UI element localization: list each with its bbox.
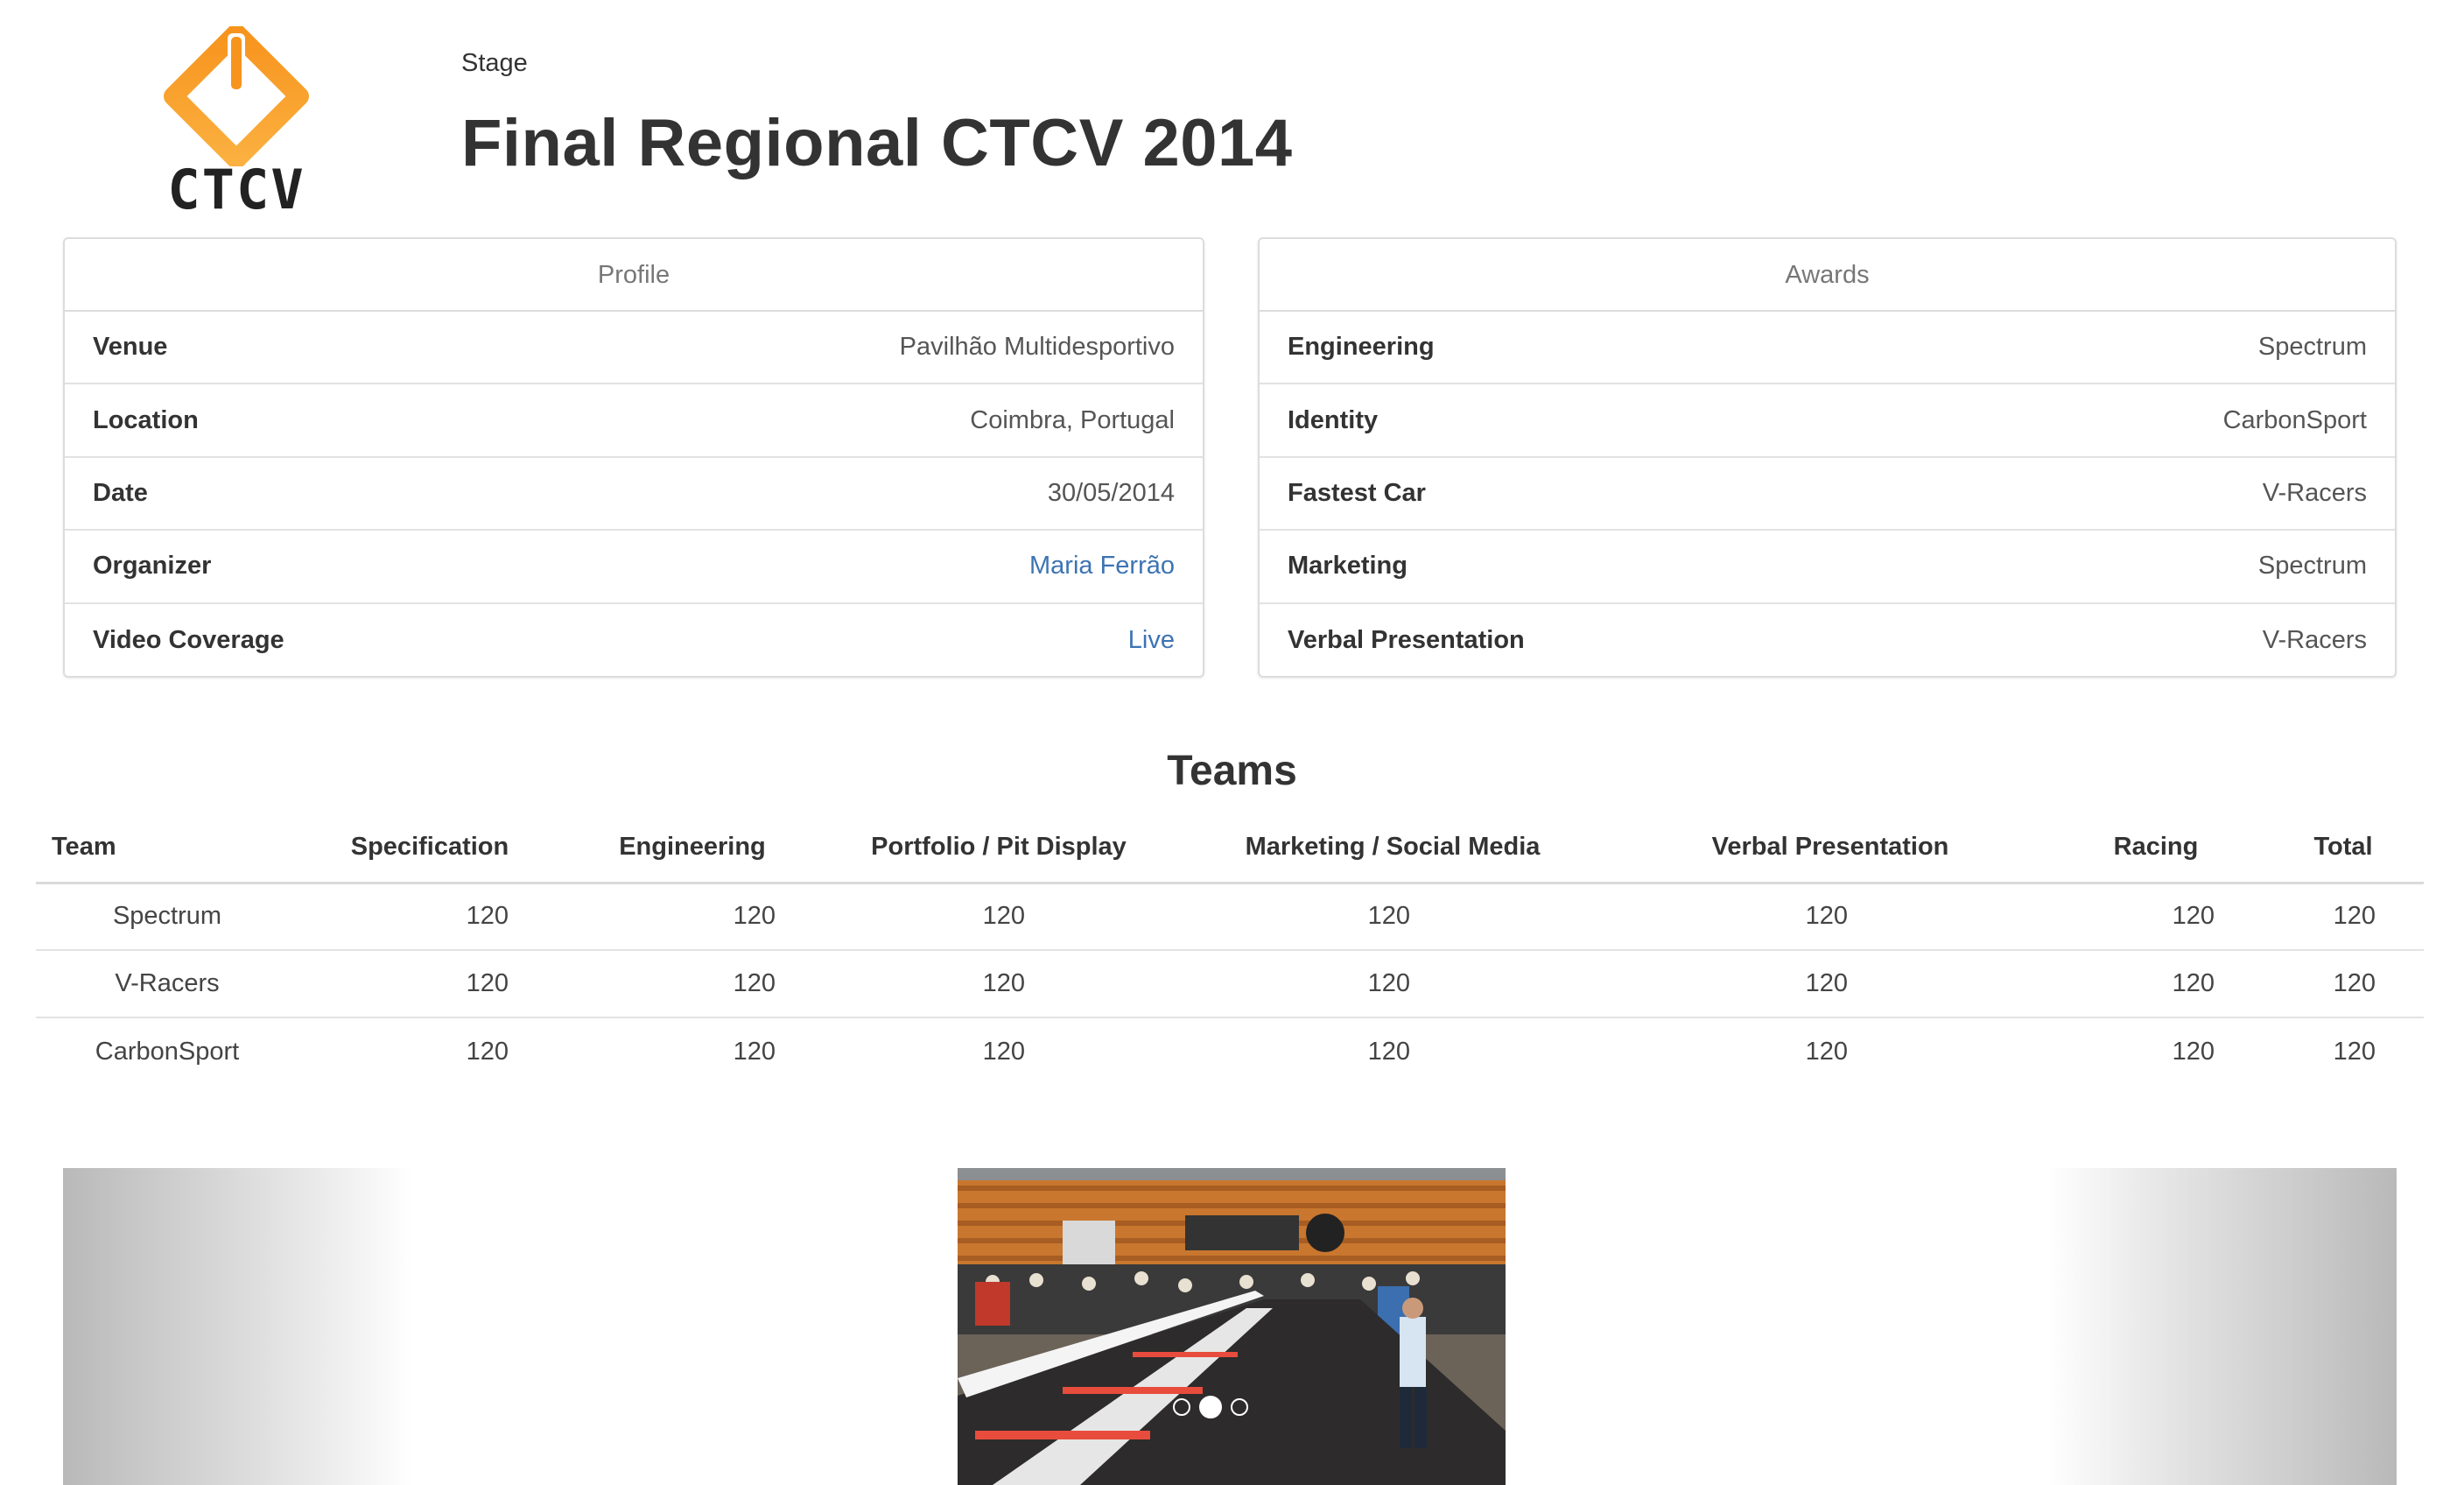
table-cell: 120	[2263, 883, 2424, 951]
table-header-row: Team Specification Engineering Portfolio…	[36, 813, 2424, 884]
row-value: V-Racers	[2262, 625, 2367, 654]
table-cell: 120	[1367, 1037, 1410, 1066]
column-header: Team	[36, 813, 298, 884]
table-cell: 120	[1174, 883, 1611, 951]
column-header: Racing	[2049, 813, 2263, 884]
teams-table: Team Specification Engineering Portfolio…	[36, 813, 2424, 1085]
award-row-fastest-car: Fastest Car V-Racers	[1260, 458, 2395, 531]
profile-row-date: Date 30/05/2014	[65, 458, 1203, 531]
table-cell: 120	[1611, 950, 2049, 1018]
table-cell: 120	[1174, 950, 1611, 1018]
column-header: Marketing / Social Media	[1174, 813, 1611, 884]
row-value: 30/05/2014	[1047, 478, 1175, 507]
table-cell: 120	[298, 950, 561, 1018]
award-row-identity: Identity CarbonSport	[1260, 384, 2395, 458]
table-cell: 120	[982, 1037, 1025, 1066]
table-cell: 120	[2263, 950, 2424, 1018]
carousel-indicator-3[interactable]	[1231, 1398, 1248, 1416]
carousel-prev-control[interactable]	[63, 1168, 413, 1485]
column-header: Total	[2263, 813, 2424, 884]
row-label: Organizer	[93, 552, 212, 581]
event-photo	[958, 1168, 1506, 1485]
table-row: Spectrum 120 120 120 120 120 120 120	[36, 883, 2424, 951]
row-label: Video Coverage	[93, 625, 284, 654]
table-cell: 120	[2172, 1037, 2215, 1066]
logo-text: CTCV	[167, 158, 305, 222]
teams-title: Teams	[1167, 748, 1297, 794]
team-name: Spectrum	[36, 883, 298, 951]
award-row-verbal-presentation: Verbal Presentation V-Racers	[1260, 604, 2395, 676]
row-label: Fastest Car	[1288, 478, 1426, 507]
ctcv-logo: CTCV	[158, 26, 315, 223]
page-title: Final Regional CTCV 2014	[461, 106, 1293, 180]
awards-panel: Awards Engineering Spectrum Identity Car…	[1258, 237, 2397, 678]
table-cell: 120	[1611, 883, 2049, 951]
row-value: Spectrum	[2257, 552, 2367, 581]
table-cell: 120	[1805, 1037, 1848, 1066]
profile-row-organizer: Organizer Maria Ferrão	[65, 531, 1203, 604]
table-cell: 120	[561, 883, 824, 951]
row-label: Identity	[1288, 405, 1379, 434]
profile-row-location: Location Coimbra, Portugal	[65, 384, 1203, 458]
row-label: Venue	[93, 333, 168, 362]
column-header: Verbal Presentation	[1611, 813, 2049, 884]
power-icon	[164, 26, 309, 166]
row-label: Verbal Presentation	[1288, 625, 1525, 654]
profile-row-venue: Venue Pavilhão Multidesportivo	[65, 312, 1203, 385]
award-row-marketing: Marketing Spectrum	[1260, 531, 2395, 604]
awards-heading: Awards	[1260, 239, 2395, 312]
table-cell: 120	[466, 1037, 509, 1066]
row-label: Date	[93, 478, 148, 507]
profile-heading: Profile	[65, 239, 1203, 312]
table-cell: 120	[561, 950, 824, 1018]
column-header: Portfolio / Pit Display	[824, 813, 1174, 884]
carousel-indicator-2[interactable]	[1199, 1396, 1222, 1418]
profile-row-video-coverage: Video Coverage Live	[65, 604, 1203, 676]
table-cell: 120	[824, 950, 1174, 1018]
team-name: CarbonSport	[95, 1037, 240, 1066]
row-label: Engineering	[1288, 333, 1435, 362]
row-value: Spectrum	[2257, 333, 2367, 362]
carousel-indicators	[1173, 1396, 1248, 1418]
organizer-link[interactable]: Maria Ferrão	[1029, 552, 1175, 581]
row-value: Pavilhão Multidesportivo	[899, 333, 1175, 362]
table-cell: 120	[2333, 1037, 2376, 1066]
row-value: Coimbra, Portugal	[970, 405, 1175, 434]
row-label: Location	[93, 405, 199, 434]
row-value: CarbonSport	[2222, 405, 2367, 434]
table-cell: 120	[298, 883, 561, 951]
team-name: V-Racers	[36, 950, 298, 1018]
award-row-engineering: Engineering Spectrum	[1260, 312, 2395, 385]
table-cell: 120	[824, 883, 1174, 951]
carousel-next-control[interactable]	[2046, 1168, 2397, 1485]
column-header: Engineering	[561, 813, 824, 884]
row-label: Marketing	[1288, 552, 1407, 581]
column-header: Specification	[298, 813, 561, 884]
stage-label: Stage	[461, 49, 528, 77]
table-cell: 120	[2049, 883, 2263, 951]
video-coverage-link[interactable]: Live	[1128, 626, 1175, 655]
table-row: V-Racers 120 120 120 120 120 120 120	[36, 950, 2424, 1018]
row-value: V-Racers	[2262, 478, 2367, 507]
profile-panel: Profile Venue Pavilhão Multidesportivo L…	[63, 237, 1204, 678]
carousel-slide-image	[958, 1168, 1506, 1485]
photo-carousel[interactable]	[63, 1168, 2397, 1485]
table-cell: 120	[733, 1037, 776, 1066]
carousel-indicator-1[interactable]	[1173, 1398, 1190, 1416]
table-cell: 120	[2049, 950, 2263, 1018]
table-row: CarbonSport 120 120 120 120 120 120 120	[36, 1017, 2424, 1085]
